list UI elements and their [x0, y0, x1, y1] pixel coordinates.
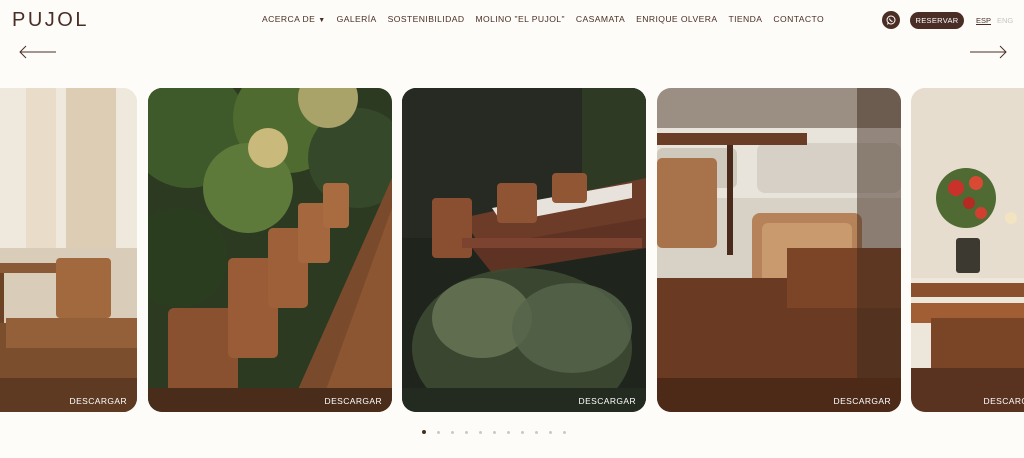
main-nav: ACERCA DE ▼ GALERÍA SOSTENIBILIDAD MOLINO…: [262, 14, 824, 24]
pagination-dot-1[interactable]: [422, 430, 426, 434]
arrow-right-icon[interactable]: [968, 44, 1008, 60]
reserve-button[interactable]: RESERVAR: [910, 12, 964, 29]
download-link[interactable]: DESCARGAR: [984, 396, 1024, 406]
gallery-photo: [657, 88, 901, 412]
lang-eng[interactable]: ENG: [997, 16, 1013, 25]
pujol-logo[interactable]: PUJOL: [12, 9, 89, 32]
pagination-dot-6[interactable]: [493, 430, 496, 434]
chevron-down-icon: ▼: [318, 17, 326, 24]
lang-esp[interactable]: ESP: [976, 16, 991, 25]
gallery-slide[interactable]: DESCARGAR: [0, 88, 137, 412]
download-link[interactable]: DESCARGAR: [70, 396, 127, 406]
arrow-left-icon[interactable]: [18, 44, 58, 60]
nav-item-galeria[interactable]: GALERÍA: [337, 14, 377, 24]
pagination-dot-11[interactable]: [563, 430, 566, 434]
download-link[interactable]: DESCARGAR: [325, 396, 382, 406]
pagination-dot-2[interactable]: [437, 430, 440, 434]
download-link[interactable]: DESCARGAR: [579, 396, 636, 406]
gallery-slide[interactable]: DESCARGAR: [911, 88, 1024, 412]
nav-item-tienda[interactable]: TIENDA: [728, 14, 762, 24]
gallery-photo: [911, 88, 1024, 412]
pagination-dot-5[interactable]: [479, 430, 482, 434]
gallery-slide[interactable]: DESCARGAR: [657, 88, 901, 412]
nav-item-contacto[interactable]: CONTACTO: [773, 14, 824, 24]
nav-item-casamata[interactable]: CASAMATA: [576, 14, 625, 24]
pagination-dot-8[interactable]: [521, 430, 524, 434]
nav-item-label: ACERCA DE: [262, 14, 316, 24]
language-switcher: ESP ENG: [976, 16, 1013, 25]
gallery-slide[interactable]: DESCARGAR: [402, 88, 646, 412]
gallery-photo: [148, 88, 392, 412]
nav-item-sostenibilidad[interactable]: SOSTENIBILIDAD: [388, 14, 465, 24]
gallery-photo: [0, 88, 137, 412]
pagination-dot-9[interactable]: [535, 430, 538, 434]
site-header: PUJOL ACERCA DE ▼ GALERÍA SOSTENIBILIDAD …: [0, 0, 1024, 44]
nav-item-molino[interactable]: MOLINO "EL PUJOL": [475, 14, 564, 24]
gallery-slide[interactable]: DESCARGAR: [148, 88, 392, 412]
gallery-photo: [402, 88, 646, 412]
pagination-dot-10[interactable]: [549, 430, 552, 434]
carousel-pagination: [422, 430, 566, 434]
nav-item-enrique-olvera[interactable]: ENRIQUE OLVERA: [636, 14, 717, 24]
download-link[interactable]: DESCARGAR: [834, 396, 891, 406]
whatsapp-icon[interactable]: [882, 11, 900, 29]
pagination-dot-4[interactable]: [465, 430, 468, 434]
pagination-dot-7[interactable]: [507, 430, 510, 434]
pagination-dot-3[interactable]: [451, 430, 454, 434]
nav-item-acerca-de[interactable]: ACERCA DE ▼: [262, 14, 326, 24]
